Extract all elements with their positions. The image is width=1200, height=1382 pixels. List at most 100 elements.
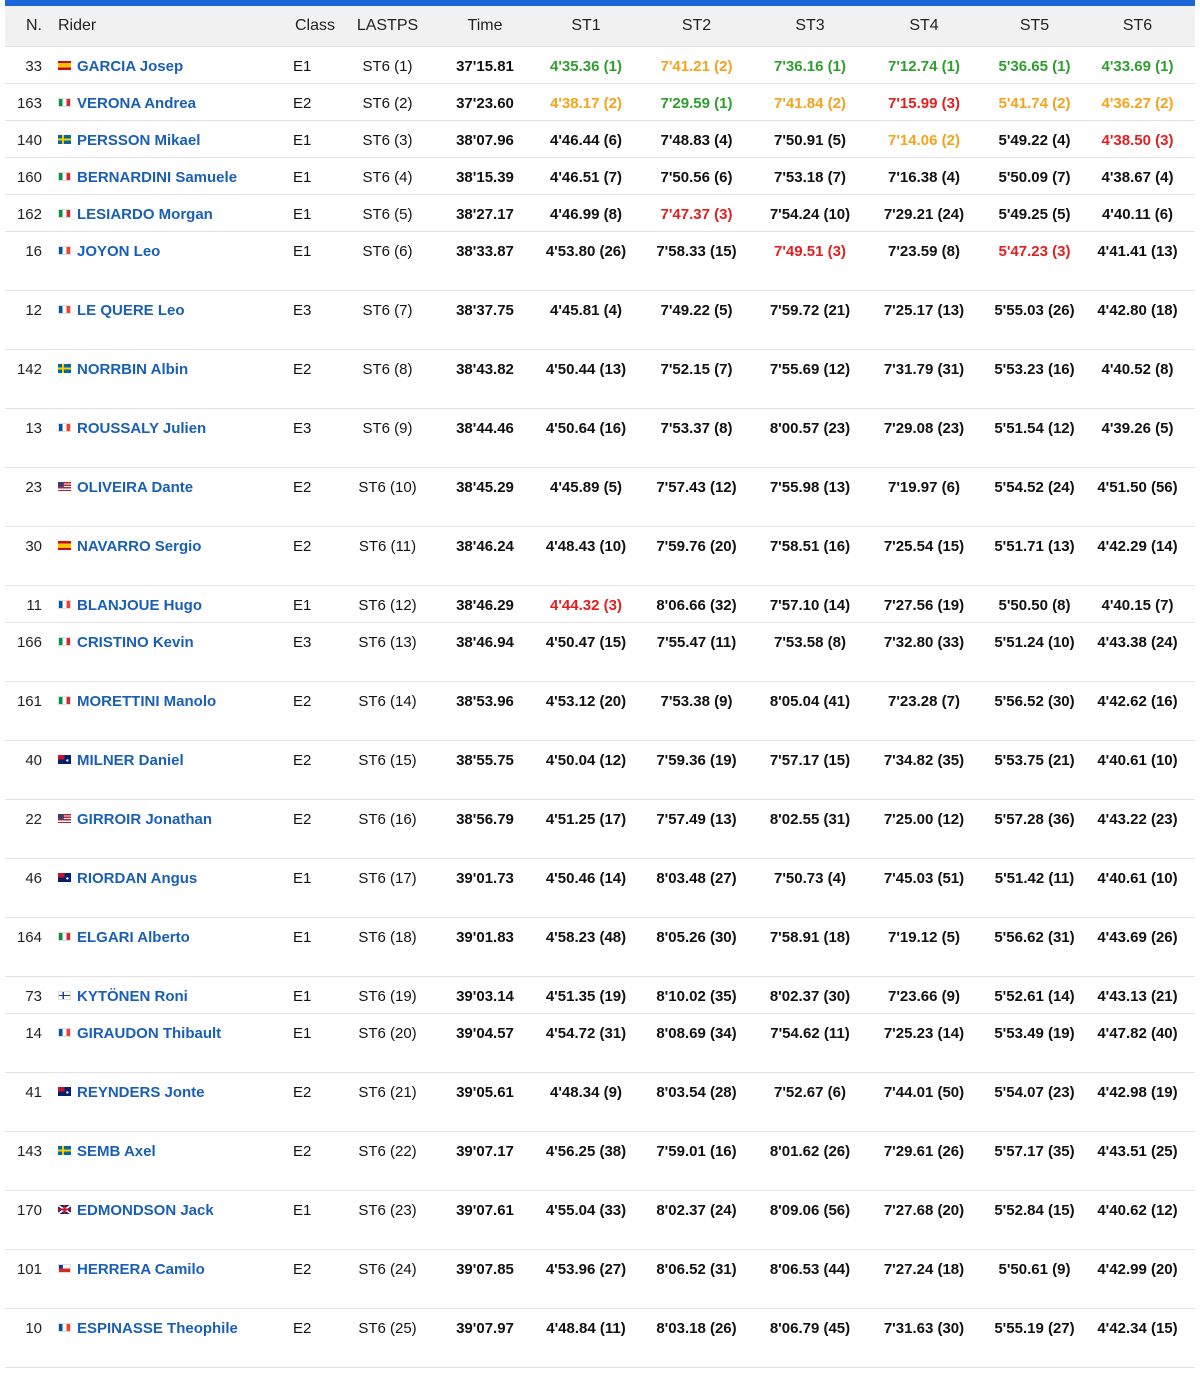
rider-number: 14 — [5, 1013, 50, 1073]
header-st3[interactable]: ST3 — [761, 6, 859, 47]
stage-time-st5: 5'52.61 (14) — [989, 976, 1080, 1014]
total-time: 38'33.87 — [430, 231, 540, 291]
rider-name-link[interactable]: BERNARDINI Samuele — [77, 169, 237, 186]
stage-time-st5: 5'56.62 (31) — [989, 917, 1080, 977]
rider-class: E1 — [285, 976, 345, 1014]
rider-name-link[interactable]: PERSSON Mikael — [77, 132, 200, 149]
header-no[interactable]: N. — [5, 6, 50, 47]
rider-name-link[interactable]: ESPINASSE Theophile — [77, 1320, 238, 1337]
flag-it-icon — [58, 637, 71, 646]
rider-number: 166 — [5, 622, 50, 682]
table-row: 11 BLANJOUE Hugo E1 ST6 (12) 38'46.29 4'44.32… — [5, 585, 1195, 623]
stage-time-st3: 7'59.72 (21) — [761, 290, 859, 350]
rider-class: E1 — [285, 157, 345, 195]
stage-time-st2: 7'53.37 (8) — [632, 408, 761, 468]
stage-time-st3: 7'53.18 (7) — [761, 157, 859, 195]
stage-time-st2: 7'47.37 (3) — [632, 194, 761, 232]
rider-name-link[interactable]: REYNDERS Jonte — [77, 1084, 205, 1101]
rider-number: 164 — [5, 917, 50, 977]
flag-us-icon — [58, 814, 71, 823]
header-rider[interactable]: Rider — [50, 6, 285, 47]
table-row: 40 MILNER Daniel E2 ST6 (15) 38'55.75 4'50.04… — [5, 740, 1195, 800]
stage-time-st5: 5'51.71 (13) — [989, 526, 1080, 586]
last-stage-position: ST6 (11) — [345, 526, 430, 586]
rider-class: E3 — [285, 290, 345, 350]
rider-name-link[interactable]: NORRBIN Albin — [77, 361, 188, 378]
total-time: 38'07.96 — [430, 120, 540, 158]
rider-name-link[interactable]: MORETTINI Manolo — [77, 693, 216, 710]
stage-time-st4: 7'23.59 (8) — [859, 231, 989, 291]
rider-name-link[interactable]: HERRERA Camilo — [77, 1261, 205, 1278]
rider-name-link[interactable]: SEMB Axel — [77, 1143, 156, 1160]
stage-time-st2: 7'53.38 (9) — [632, 681, 761, 741]
stage-time-st4: 7'34.82 (35) — [859, 740, 989, 800]
rider-name-link[interactable]: MILNER Daniel — [77, 752, 184, 769]
stage-time-st4: 7'16.38 (4) — [859, 157, 989, 195]
rider-cell: BLANJOUE Hugo — [50, 585, 285, 623]
flag-gb-icon — [58, 1205, 71, 1214]
stage-time-st4: 7'29.08 (23) — [859, 408, 989, 468]
rider-cell: NORRBIN Albin — [50, 349, 285, 409]
header-st1[interactable]: ST1 — [540, 6, 632, 47]
stage-time-st2: 7'57.43 (12) — [632, 467, 761, 527]
rider-name-link[interactable]: GIRROIR Jonathan — [77, 811, 212, 828]
rider-name-link[interactable]: BLANJOUE Hugo — [77, 597, 202, 614]
stage-time-st2: 7'59.01 (16) — [632, 1131, 761, 1191]
rider-name-link[interactable]: LESIARDO Morgan — [77, 206, 213, 223]
rider-name-link[interactable]: ELGARI Alberto — [77, 929, 190, 946]
rider-cell: KYTÖNEN Roni — [50, 976, 285, 1014]
rider-cell: REYNDERS Jonte — [50, 1072, 285, 1132]
last-stage-position: ST6 (20) — [345, 1013, 430, 1073]
stage-time-st1: 4'53.12 (20) — [540, 681, 632, 741]
stage-time-st6: 4'42.29 (14) — [1080, 526, 1195, 586]
stage-time-st3: 7'50.73 (4) — [761, 858, 859, 918]
rider-class: E1 — [285, 1013, 345, 1073]
stage-time-st4: 7'14.06 (2) — [859, 120, 989, 158]
rider-name-link[interactable]: GARCIA Josep — [77, 58, 183, 75]
rider-number: 170 — [5, 1190, 50, 1250]
header-st5[interactable]: ST5 — [989, 6, 1080, 47]
rider-number: 160 — [5, 157, 50, 195]
flag-it-icon — [58, 172, 71, 181]
rider-class: E1 — [285, 231, 345, 291]
stage-time-st3: 7'36.16 (1) — [761, 46, 859, 84]
header-time[interactable]: Time — [430, 6, 540, 47]
header-lastps[interactable]: LASTPS — [345, 6, 430, 47]
rider-name-link[interactable]: NAVARRO Sergio — [77, 538, 201, 555]
header-st6[interactable]: ST6 — [1080, 6, 1195, 47]
stage-time-st6: 4'40.52 (8) — [1080, 349, 1195, 409]
rider-name-link[interactable]: LE QUERE Leo — [77, 302, 185, 319]
flag-fr-icon — [58, 246, 71, 255]
stage-time-st6: 4'36.27 (2) — [1080, 83, 1195, 121]
header-class[interactable]: Class — [285, 6, 345, 47]
stage-time-st6: 4'38.50 (3) — [1080, 120, 1195, 158]
stage-time-st1: 4'53.96 (27) — [540, 1249, 632, 1309]
rider-number: 16 — [5, 231, 50, 291]
rider-name-link[interactable]: VERONA Andrea — [77, 95, 196, 112]
stage-time-st5: 5'51.54 (12) — [989, 408, 1080, 468]
rider-class: E2 — [285, 467, 345, 527]
header-st4[interactable]: ST4 — [859, 6, 989, 47]
rider-name-link[interactable]: KYTÖNEN Roni — [77, 988, 188, 1005]
last-stage-position: ST6 (23) — [345, 1190, 430, 1250]
rider-name-link[interactable]: RIORDAN Angus — [77, 870, 197, 887]
rider-name-link[interactable]: EDMONDSON Jack — [77, 1202, 214, 1219]
table-row: 30 NAVARRO Sergio E2 ST6 (11) 38'46.24 4'48.4… — [5, 526, 1195, 586]
rider-class: E2 — [285, 1249, 345, 1309]
rider-name-link[interactable]: ROUSSALY Julien — [77, 420, 206, 437]
last-stage-position: ST6 (24) — [345, 1249, 430, 1309]
table-row: 16 JOYON Leo E1 ST6 (6) 38'33.87 4'53.80 (26)… — [5, 231, 1195, 291]
stage-time-st2: 7'57.49 (13) — [632, 799, 761, 859]
table-row: 164 ELGARI Alberto E1 ST6 (18) 39'01.83 4'58.… — [5, 917, 1195, 977]
stage-time-st1: 4'56.25 (38) — [540, 1131, 632, 1191]
rider-name-link[interactable]: CRISTINO Kevin — [77, 634, 194, 651]
header-st2[interactable]: ST2 — [632, 6, 761, 47]
stage-time-st1: 4'54.72 (31) — [540, 1013, 632, 1073]
stage-time-st2: 8'03.48 (27) — [632, 858, 761, 918]
rider-name-link[interactable]: JOYON Leo — [77, 243, 160, 260]
total-time: 38'46.24 — [430, 526, 540, 586]
rider-name-link[interactable]: GIRAUDON Thibault — [77, 1025, 221, 1042]
rider-name-link[interactable]: OLIVEIRA Dante — [77, 479, 193, 496]
stage-time-st6: 4'43.13 (21) — [1080, 976, 1195, 1014]
stage-time-st3: 7'53.58 (8) — [761, 622, 859, 682]
